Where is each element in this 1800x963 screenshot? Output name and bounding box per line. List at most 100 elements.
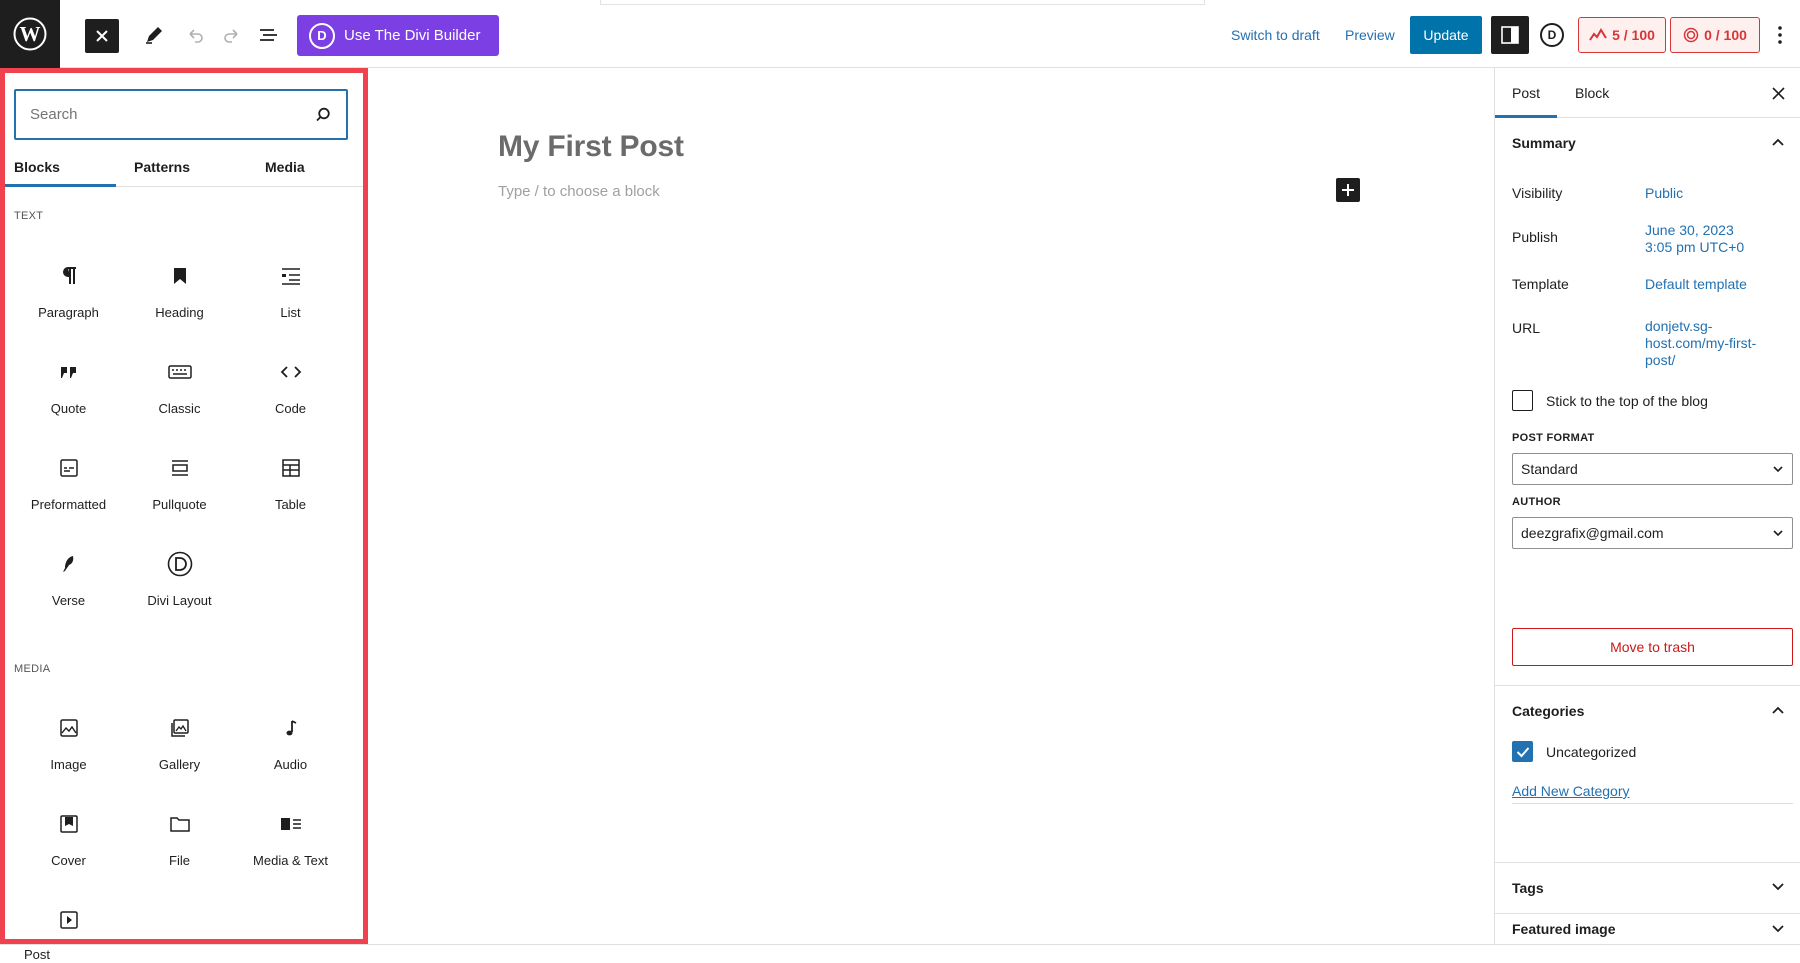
block-image[interactable]: Image xyxy=(13,701,124,783)
block-quote[interactable]: Quote xyxy=(13,345,124,427)
close-sidebar-button[interactable] xyxy=(1767,82,1789,104)
block-gallery[interactable]: Gallery xyxy=(124,701,235,783)
document-overview-button[interactable] xyxy=(257,23,281,47)
media-text-icon xyxy=(280,818,301,830)
post-title[interactable]: My First Post xyxy=(498,130,684,164)
divi-d-button[interactable]: D xyxy=(1540,23,1564,47)
add-new-category-link[interactable]: Add New Category xyxy=(1512,783,1630,799)
block-divi-layout[interactable]: Divi Layout xyxy=(124,537,235,619)
use-divi-builder-button[interactable]: D Use The Divi Builder xyxy=(297,15,499,56)
tools-pencil-button[interactable] xyxy=(142,23,166,47)
update-button[interactable]: Update xyxy=(1410,16,1482,54)
block-search[interactable] xyxy=(14,89,348,140)
block-search-input[interactable] xyxy=(30,106,314,123)
block-label: Divi Layout xyxy=(147,593,212,608)
template-value[interactable]: Default template xyxy=(1645,276,1775,293)
block-audio[interactable]: Audio xyxy=(235,701,346,783)
category-checkbox-uncategorized[interactable] xyxy=(1512,741,1533,762)
block-label: Classic xyxy=(158,401,201,416)
block-media-text[interactable]: Media & Text xyxy=(235,797,346,879)
block-label: Audio xyxy=(273,757,308,772)
block-label: Media & Text xyxy=(253,853,328,868)
sidebar-tabs: Post Block xyxy=(1495,68,1800,118)
inserter-tabs: Blocks Patterns Media xyxy=(5,145,363,187)
pencil-icon xyxy=(146,27,162,44)
list-view-icon xyxy=(260,29,277,41)
checkmark-icon xyxy=(1516,746,1529,757)
settings-toggle-button[interactable] xyxy=(1491,16,1529,54)
block-heading[interactable]: Heading xyxy=(124,249,235,331)
block-label: File xyxy=(169,853,190,868)
post-format-value: Standard xyxy=(1521,461,1578,477)
seo-score-badge[interactable]: 5 / 100 xyxy=(1578,17,1666,53)
more-vertical-icon xyxy=(1778,26,1782,44)
options-menu-button[interactable] xyxy=(1772,23,1788,47)
url-value[interactable]: donjetv.sg-host.com/my-first-post/ xyxy=(1645,318,1770,369)
redo-button[interactable] xyxy=(220,23,244,47)
block-list[interactable]: List xyxy=(235,249,346,331)
editor-canvas: My First Post Type / to choose a block xyxy=(368,68,1494,944)
tab-post[interactable]: Post xyxy=(1512,85,1540,101)
block-label: Image xyxy=(50,757,87,772)
block-preformatted[interactable]: Preformatted xyxy=(13,441,124,523)
block-video[interactable] xyxy=(13,893,124,943)
categories-panel-toggle[interactable]: Categories xyxy=(1495,686,1800,736)
sticky-checkbox[interactable] xyxy=(1512,390,1533,411)
publish-date-button[interactable]: June 30, 2023 3:05 pm UTC+0 xyxy=(1645,222,1775,256)
block-code[interactable]: Code xyxy=(235,345,346,427)
heading-icon xyxy=(173,268,186,284)
block-verse[interactable]: Verse xyxy=(13,537,124,619)
add-block-button[interactable] xyxy=(1336,178,1360,202)
active-tab-indicator xyxy=(5,184,116,187)
preview-button[interactable]: Preview xyxy=(1345,27,1395,43)
divi-icon: D xyxy=(309,22,335,49)
block-table[interactable]: Table xyxy=(235,441,346,523)
video-icon xyxy=(59,911,78,929)
tab-blocks[interactable]: Blocks xyxy=(14,159,60,175)
block-label: List xyxy=(280,305,301,320)
score-chart-icon xyxy=(1589,28,1607,41)
post-format-select[interactable]: Standard xyxy=(1512,453,1793,485)
block-cover[interactable]: Cover xyxy=(13,797,124,879)
post-format-label: POST FORMAT xyxy=(1512,432,1595,444)
plus-icon xyxy=(1342,184,1354,196)
block-label: Code xyxy=(274,401,307,416)
code-icon xyxy=(280,366,301,378)
tab-block[interactable]: Block xyxy=(1575,85,1609,101)
switch-to-draft-button[interactable]: Switch to draft xyxy=(1231,27,1320,43)
block-placeholder[interactable]: Type / to choose a block xyxy=(498,183,660,200)
tags-panel-toggle[interactable]: Tags xyxy=(1495,863,1800,913)
fingerprint-icon xyxy=(1683,27,1699,43)
keyboard-icon xyxy=(167,365,192,379)
settings-sidebar: Post Block Summary Visibility Public Pub… xyxy=(1494,68,1800,944)
block-paragraph[interactable]: Paragraph xyxy=(13,249,124,331)
divi-d-letter: D xyxy=(1547,28,1557,42)
cover-icon xyxy=(59,815,78,833)
chevron-down-icon xyxy=(1772,925,1784,933)
readability-score-badge[interactable]: 0 / 100 xyxy=(1670,17,1760,53)
chevron-down-icon xyxy=(1772,883,1784,891)
table-icon xyxy=(281,459,300,477)
wordpress-logo-icon[interactable]: W xyxy=(0,0,60,68)
close-inserter-button[interactable] xyxy=(85,19,119,53)
featured-image-heading: Featured image xyxy=(1512,921,1616,937)
image-icon xyxy=(59,719,78,737)
tab-patterns[interactable]: Patterns xyxy=(134,159,190,175)
summary-panel-toggle[interactable]: Summary xyxy=(1495,118,1800,168)
undo-button[interactable] xyxy=(183,23,207,47)
quote-icon xyxy=(60,367,76,378)
author-value: deezgrafix@gmail.com xyxy=(1521,525,1664,541)
block-file[interactable]: File xyxy=(124,797,235,879)
tab-media[interactable]: Media xyxy=(265,159,305,175)
block-classic[interactable]: Classic xyxy=(124,345,235,427)
category-text-heading: TEXT xyxy=(14,210,44,222)
block-pullquote[interactable]: Pullquote xyxy=(124,441,235,523)
breadcrumb-post[interactable]: Post xyxy=(24,947,50,962)
move-to-trash-button[interactable]: Move to trash xyxy=(1512,628,1793,666)
block-label: Pullquote xyxy=(152,497,207,512)
categories-heading: Categories xyxy=(1512,703,1585,719)
featured-image-panel-toggle[interactable]: Featured image xyxy=(1495,914,1800,944)
visibility-value[interactable]: Public xyxy=(1645,185,1775,202)
author-select[interactable]: deezgrafix@gmail.com xyxy=(1512,517,1793,549)
block-label: Verse xyxy=(51,593,86,608)
